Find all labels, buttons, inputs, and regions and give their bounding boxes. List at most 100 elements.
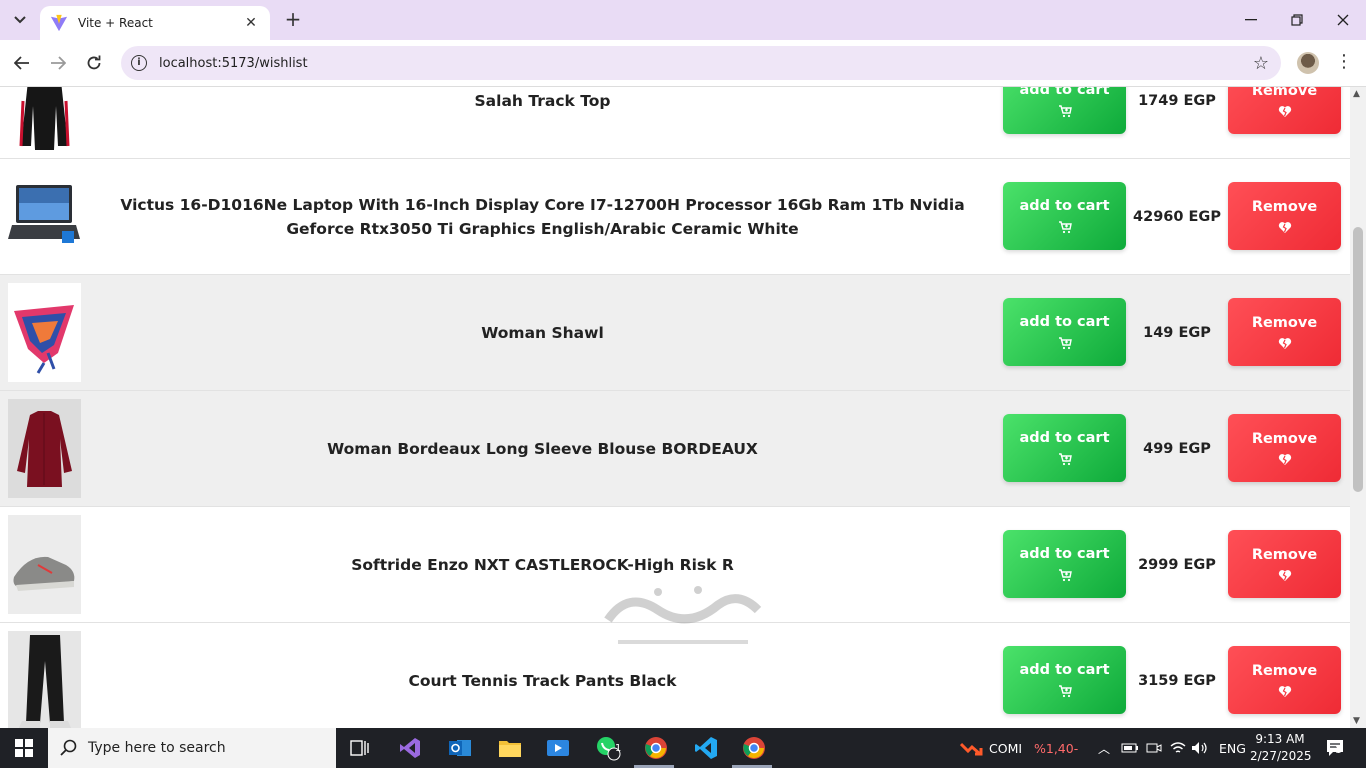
broken-heart-icon <box>1278 105 1291 117</box>
add-to-cart-label: add to cart <box>1019 546 1110 562</box>
remove-label: Remove <box>1251 430 1318 447</box>
reload-icon[interactable] <box>81 50 107 76</box>
product-image <box>8 167 81 266</box>
whatsapp-badge: 1 <box>615 742 622 754</box>
product-price: 2999 EGP <box>1138 557 1216 573</box>
taskbar-search-placeholder: Type here to search <box>88 740 226 756</box>
cart-plus-icon <box>1058 221 1072 234</box>
browser-menu-icon[interactable]: ⋮ <box>1334 51 1354 72</box>
product-name: Salah Track Top <box>474 92 611 110</box>
cart-plus-icon <box>1058 569 1072 582</box>
remove-button[interactable]: Remove <box>1228 646 1341 714</box>
chrome-profile-icon[interactable] <box>642 734 670 762</box>
maximize-icon[interactable] <box>1274 6 1320 34</box>
scroll-up-arrow-icon[interactable]: ▲ <box>1353 89 1360 99</box>
tray-chevron-up-icon[interactable]: ︿ <box>1098 728 1110 768</box>
broken-heart-icon <box>1278 453 1291 465</box>
taskbar-search-input[interactable]: Type here to search <box>48 728 336 768</box>
remove-label: Remove <box>1251 87 1318 99</box>
product-price: 149 EGP <box>1143 325 1211 341</box>
scroll-down-arrow-icon[interactable]: ▼ <box>1353 716 1360 726</box>
task-view-icon[interactable] <box>346 734 374 762</box>
wishlist-item: Victus 16-D1016Ne Laptop With 16-Inch Di… <box>0 159 1350 275</box>
broken-heart-icon <box>1278 569 1291 581</box>
remove-label: Remove <box>1251 314 1318 331</box>
vscode-icon[interactable] <box>692 734 720 762</box>
page-viewport: Salah Track Top add to cart 1749 EGP Rem… <box>0 87 1366 728</box>
outlook-icon[interactable] <box>446 734 474 762</box>
tab-search-chevron-icon[interactable] <box>8 8 32 32</box>
notification-badge: 1 <box>1335 744 1342 756</box>
wishlist-item: Woman Shawl add to cart 149 EGP Remove <box>0 275 1350 391</box>
product-name: Softride Enzo NXT CASTLEROCK-High Risk R <box>351 556 734 574</box>
wishlist: Salah Track Top add to cart 1749 EGP Rem… <box>0 87 1350 728</box>
browser-toolbar: i localhost:5173/wishlist ☆ ⋮ <box>0 40 1366 87</box>
page-scrollbar[interactable]: ▲ ▼ <box>1350 87 1366 728</box>
add-to-cart-button[interactable]: add to cart <box>1003 298 1126 366</box>
chrome-icon[interactable] <box>740 734 768 762</box>
stock-trend-icon[interactable] <box>958 734 986 762</box>
product-image <box>8 87 81 150</box>
wishlist-item: Woman Bordeaux Long Sleeve Blouse BORDEA… <box>0 391 1350 507</box>
minimize-icon[interactable] <box>1228 6 1274 34</box>
product-name: Woman Bordeaux Long Sleeve Blouse BORDEA… <box>327 440 758 458</box>
remove-button[interactable]: Remove <box>1228 182 1341 250</box>
cart-plus-icon <box>1058 337 1072 350</box>
add-to-cart-button[interactable]: add to cart <box>1003 87 1126 134</box>
product-price: 499 EGP <box>1143 441 1211 457</box>
wishlist-item: Softride Enzo NXT CASTLEROCK-High Risk R… <box>0 507 1350 623</box>
clock-date: 2/27/2025 <box>1250 749 1312 763</box>
tab-close-icon[interactable]: ✕ <box>242 15 260 31</box>
remove-button[interactable]: Remove <box>1228 414 1341 482</box>
product-name: Woman Shawl <box>481 324 604 342</box>
add-to-cart-label: add to cart <box>1019 87 1110 98</box>
broken-heart-icon <box>1278 685 1291 697</box>
add-to-cart-label: add to cart <box>1019 198 1110 214</box>
remove-button[interactable]: Remove <box>1228 298 1341 366</box>
remove-label: Remove <box>1251 198 1318 215</box>
product-name: Court Tennis Track Pants Black <box>408 672 677 690</box>
stock-name: COMI <box>989 740 1023 756</box>
media-player-icon[interactable] <box>544 734 572 762</box>
windows-taskbar: Type here to search 1 COMI %1,40- ︿ ENG … <box>0 728 1366 768</box>
browser-tabbar: Vite + React ✕ + <box>0 0 1366 40</box>
product-name: Victus 16-D1016Ne Laptop With 16-Inch Di… <box>120 196 965 238</box>
visual-studio-icon[interactable] <box>396 734 424 762</box>
vite-logo-icon <box>50 14 68 32</box>
forward-arrow-icon[interactable] <box>45 50 71 76</box>
bookmark-star-icon[interactable]: ☆ <box>1253 53 1269 74</box>
add-to-cart-button[interactable]: add to cart <box>1003 646 1126 714</box>
product-image <box>8 631 81 728</box>
add-to-cart-button[interactable]: add to cart <box>1003 414 1126 482</box>
wishlist-item: Court Tennis Track Pants Black add to ca… <box>0 623 1350 728</box>
product-price: 42960 EGP <box>1133 209 1221 225</box>
remove-label: Remove <box>1251 546 1318 563</box>
url-text: localhost:5173/wishlist <box>159 55 308 71</box>
new-tab-plus-icon[interactable]: + <box>282 8 304 30</box>
site-info-icon[interactable]: i <box>131 55 147 71</box>
add-to-cart-button[interactable]: add to cart <box>1003 530 1126 598</box>
browser-tab[interactable]: Vite + React ✕ <box>40 6 270 40</box>
scroll-thumb[interactable] <box>1353 227 1363 492</box>
remove-button[interactable]: Remove <box>1228 530 1341 598</box>
add-to-cart-label: add to cart <box>1019 314 1110 330</box>
taskbar-clock[interactable]: 9:13 AM 2/27/2025 <box>1250 731 1312 765</box>
search-icon <box>60 739 77 756</box>
cart-plus-icon <box>1058 685 1072 698</box>
input-language[interactable]: ENG <box>1219 728 1246 768</box>
windows-start-icon[interactable] <box>0 728 48 768</box>
back-arrow-icon[interactable] <box>9 50 35 76</box>
volume-icon[interactable] <box>1186 734 1214 762</box>
remove-label: Remove <box>1251 662 1318 679</box>
clock-time: 9:13 AM <box>1255 732 1305 746</box>
add-to-cart-label: add to cart <box>1019 430 1110 446</box>
address-bar[interactable]: i localhost:5173/wishlist ☆ <box>121 46 1281 80</box>
remove-button[interactable]: Remove <box>1228 87 1341 134</box>
file-explorer-icon[interactable] <box>496 734 524 762</box>
profile-avatar[interactable] <box>1297 52 1319 74</box>
broken-heart-icon <box>1278 221 1291 233</box>
add-to-cart-button[interactable]: add to cart <box>1003 182 1126 250</box>
window-close-icon[interactable] <box>1320 6 1366 34</box>
product-image <box>8 515 81 614</box>
cart-plus-icon <box>1058 105 1072 118</box>
